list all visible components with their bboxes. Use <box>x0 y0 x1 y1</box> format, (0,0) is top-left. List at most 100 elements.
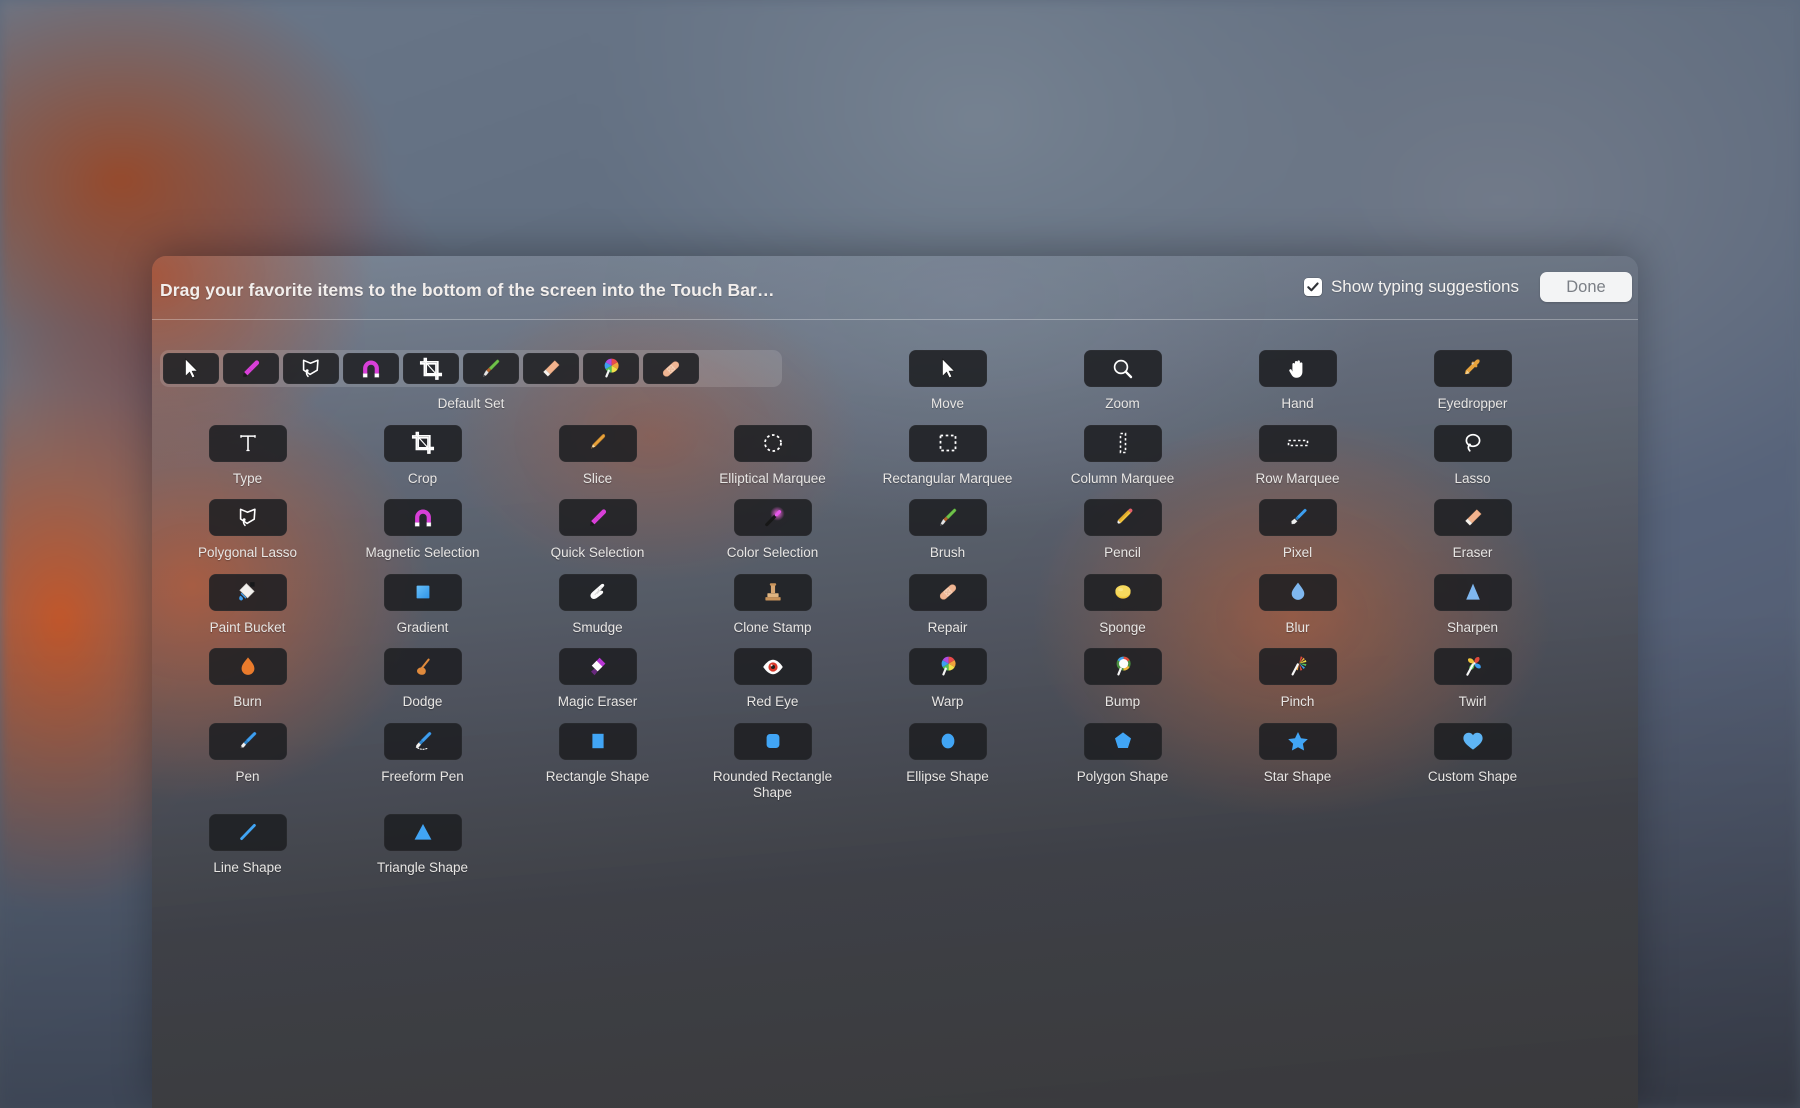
tool-item-slice[interactable]: Slice <box>510 413 685 488</box>
tool-tile-brush[interactable] <box>908 499 987 536</box>
tool-tile-blur[interactable] <box>1258 573 1337 611</box>
tool-tile-hand[interactable] <box>1258 350 1337 387</box>
tool-tile-eraser[interactable] <box>1433 499 1512 536</box>
tool-tile-zoom[interactable] <box>1083 350 1162 387</box>
tool-item-twirl[interactable]: Twirl <box>1385 636 1560 711</box>
tool-item-column-marquee[interactable]: Column Marquee <box>1035 413 1210 488</box>
tool-item-brush[interactable]: Brush <box>860 487 1035 562</box>
tool-tile-rounded-rectangle-shape[interactable] <box>733 722 812 760</box>
tool-item-crop[interactable]: Crop <box>335 413 510 488</box>
tool-tile-move[interactable] <box>908 350 987 387</box>
tool-item-color-selection[interactable]: Color Selection <box>685 487 860 562</box>
tool-item-pinch[interactable]: Pinch <box>1210 636 1385 711</box>
tool-item-custom-shape[interactable]: Custom Shape <box>1385 711 1560 802</box>
tool-item-burn[interactable]: Burn <box>160 636 335 711</box>
tool-item-magic-eraser[interactable]: Magic Eraser <box>510 636 685 711</box>
tool-tile-color-selection[interactable] <box>733 499 812 536</box>
tool-item-gradient[interactable]: Gradient <box>335 562 510 637</box>
tool-tile-line-shape[interactable] <box>208 813 287 851</box>
tool-item-zoom[interactable]: Zoom <box>1035 338 1210 413</box>
tool-tile-slice[interactable] <box>558 424 637 462</box>
tool-tile-lasso[interactable] <box>1433 424 1512 462</box>
tool-item-type[interactable]: Type <box>160 413 335 488</box>
tool-item-pencil[interactable]: Pencil <box>1035 487 1210 562</box>
tool-tile-repair[interactable] <box>908 573 987 611</box>
tool-item-rectangle-shape[interactable]: Rectangle Shape <box>510 711 685 802</box>
tool-item-eraser[interactable]: Eraser <box>1385 487 1560 562</box>
tool-tile-smudge[interactable] <box>558 573 637 611</box>
tool-item-rounded-rectangle-shape[interactable]: Rounded Rectangle Shape <box>685 711 860 802</box>
tool-tile-burn[interactable] <box>208 648 287 685</box>
tool-tile-sharpen[interactable] <box>1433 573 1512 611</box>
tool-tile-column-marquee[interactable] <box>1083 424 1162 462</box>
tool-item-elliptical-marquee[interactable]: Elliptical Marquee <box>685 413 860 488</box>
tool-tile-freeform-pen[interactable] <box>383 722 462 760</box>
tool-item-bump[interactable]: Bump <box>1035 636 1210 711</box>
tool-tile-paint-bucket[interactable] <box>208 573 287 611</box>
tool-tile-eyedropper[interactable] <box>1433 350 1512 387</box>
tool-tile-magic-eraser[interactable] <box>558 648 637 685</box>
tool-tile-triangle-shape[interactable] <box>383 813 462 851</box>
tool-item-pixel[interactable]: Pixel <box>1210 487 1385 562</box>
tool-item-line-shape[interactable]: Line Shape <box>160 802 335 877</box>
default-set-tile-polygonal-lasso[interactable] <box>283 353 339 384</box>
tool-tile-dodge[interactable] <box>383 648 462 685</box>
tool-item-quick-selection[interactable]: Quick Selection <box>510 487 685 562</box>
checkmark-icon[interactable] <box>1303 278 1322 296</box>
tool-item-pen[interactable]: Pen <box>160 711 335 802</box>
tool-tile-clone-stamp[interactable] <box>733 573 812 611</box>
tool-tile-polygonal-lasso[interactable] <box>208 499 287 536</box>
tool-tile-pencil[interactable] <box>1083 499 1162 536</box>
tool-tile-pen[interactable] <box>208 722 287 760</box>
tool-tile-magnetic-selection[interactable] <box>383 499 462 536</box>
tool-item-smudge[interactable]: Smudge <box>510 562 685 637</box>
tool-tile-pixel[interactable] <box>1258 499 1337 536</box>
tool-item-star-shape[interactable]: Star Shape <box>1210 711 1385 802</box>
tool-item-rectangular-marquee[interactable]: Rectangular Marquee <box>860 413 1035 488</box>
tool-tile-bump[interactable] <box>1083 648 1162 685</box>
tool-tile-gradient[interactable] <box>383 573 462 611</box>
tool-item-sharpen[interactable]: Sharpen <box>1385 562 1560 637</box>
tool-tile-pinch[interactable] <box>1258 648 1337 685</box>
tool-tile-ellipse-shape[interactable] <box>908 722 987 760</box>
tool-tile-crop[interactable] <box>383 424 462 462</box>
done-button[interactable]: Done <box>1540 272 1632 302</box>
default-set-tile-warp[interactable] <box>583 353 639 384</box>
tool-tile-star-shape[interactable] <box>1258 722 1337 760</box>
default-set-tile-magnetic-selection[interactable] <box>343 353 399 384</box>
default-set-tile-brush[interactable] <box>463 353 519 384</box>
tool-tile-red-eye[interactable] <box>733 648 812 685</box>
tool-item-eyedropper[interactable]: Eyedropper <box>1385 338 1560 413</box>
default-set-tile-repair[interactable] <box>643 353 699 384</box>
tool-item-hand[interactable]: Hand <box>1210 338 1385 413</box>
tool-item-clone-stamp[interactable]: Clone Stamp <box>685 562 860 637</box>
tool-tile-quick-selection[interactable] <box>558 499 637 536</box>
tool-tile-custom-shape[interactable] <box>1433 722 1512 760</box>
tool-tile-elliptical-marquee[interactable] <box>733 424 812 462</box>
tool-item-repair[interactable]: Repair <box>860 562 1035 637</box>
tool-tile-type[interactable] <box>208 424 287 462</box>
default-set-strip[interactable] <box>160 350 782 387</box>
default-set-tile-move[interactable] <box>163 353 219 384</box>
default-set-tile-crop[interactable] <box>403 353 459 384</box>
tool-item-red-eye[interactable]: Red Eye <box>685 636 860 711</box>
tool-item-ellipse-shape[interactable]: Ellipse Shape <box>860 711 1035 802</box>
default-set-tile-quick-selection[interactable] <box>223 353 279 384</box>
tool-tile-sponge[interactable] <box>1083 573 1162 611</box>
tool-item-row-marquee[interactable]: Row Marquee <box>1210 413 1385 488</box>
tool-tile-row-marquee[interactable] <box>1258 424 1337 462</box>
tool-tile-rectangle-shape[interactable] <box>558 722 637 760</box>
tool-item-polygonal-lasso[interactable]: Polygonal Lasso <box>160 487 335 562</box>
tool-tile-twirl[interactable] <box>1433 648 1512 685</box>
tool-item-warp[interactable]: Warp <box>860 636 1035 711</box>
tool-item-move[interactable]: Move <box>860 338 1035 413</box>
tool-item-freeform-pen[interactable]: Freeform Pen <box>335 711 510 802</box>
tool-item-triangle-shape[interactable]: Triangle Shape <box>335 802 510 877</box>
tool-item-blur[interactable]: Blur <box>1210 562 1385 637</box>
tool-item-paint-bucket[interactable]: Paint Bucket <box>160 562 335 637</box>
default-set-tile-eraser[interactable] <box>523 353 579 384</box>
tool-item-lasso[interactable]: Lasso <box>1385 413 1560 488</box>
tool-item-magnetic-selection[interactable]: Magnetic Selection <box>335 487 510 562</box>
tool-item-polygon-shape[interactable]: Polygon Shape <box>1035 711 1210 802</box>
tool-tile-warp[interactable] <box>908 648 987 685</box>
